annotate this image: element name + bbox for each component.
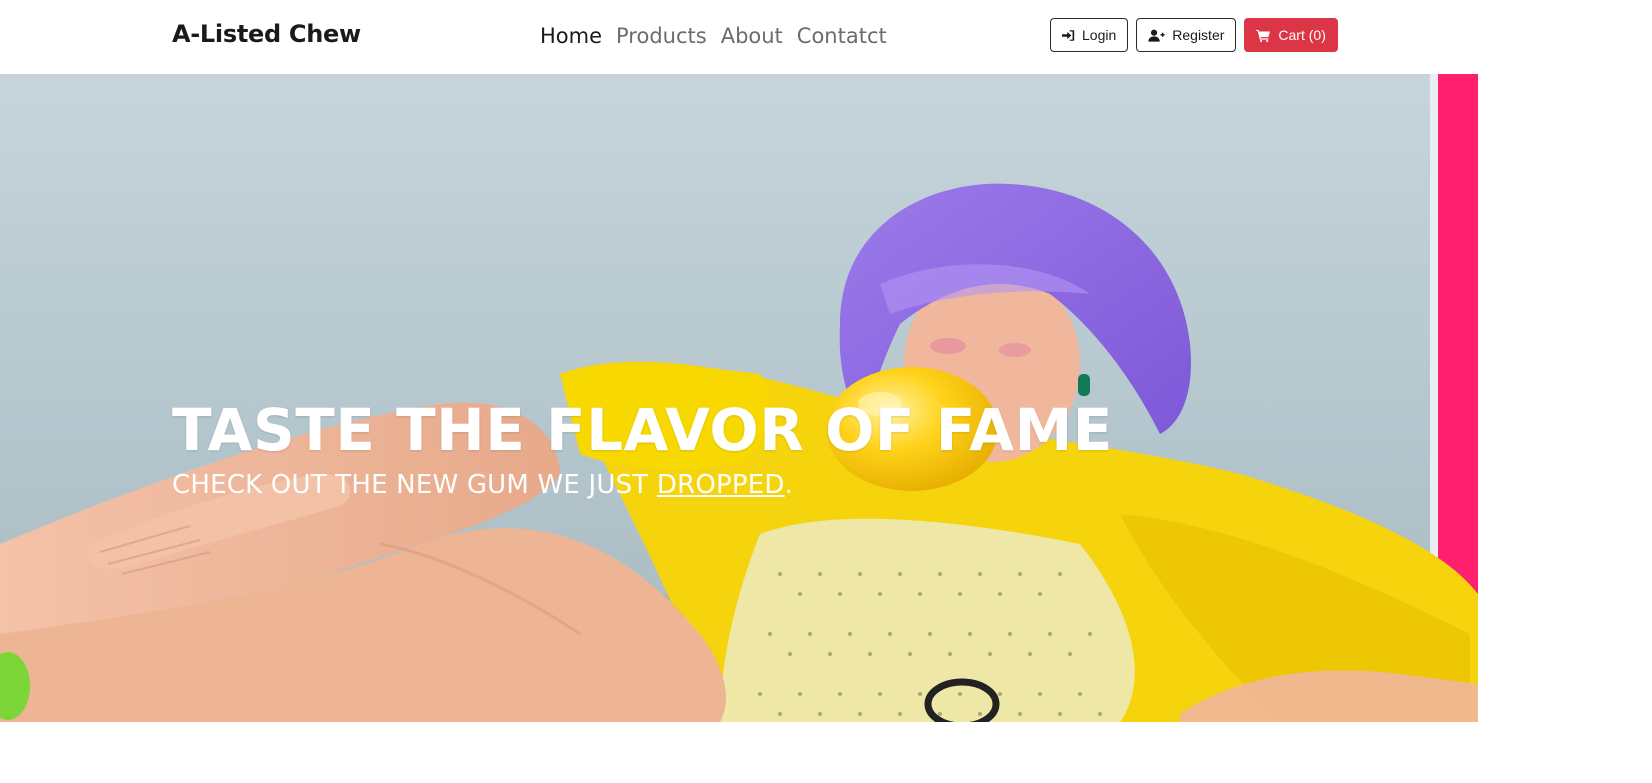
sign-in-icon <box>1062 29 1075 42</box>
cart-label: Cart (0) <box>1278 27 1326 43</box>
cart-button[interactable]: Cart (0) <box>1244 18 1338 52</box>
hero-subtitle: CHECK OUT THE NEW GUM WE JUST DROPPED. <box>172 470 793 500</box>
hero-banner: TASTE THE FLAVOR OF FAME CHECK OUT THE N… <box>0 74 1478 722</box>
dropped-link[interactable]: DROPPED <box>657 470 785 500</box>
hero-subtitle-end: . <box>784 470 794 500</box>
hero-subtitle-text: CHECK OUT THE NEW GUM WE JUST <box>172 470 657 500</box>
navbar: A-Listed Chew Home Products About Contat… <box>0 0 1652 74</box>
login-label: Login <box>1082 27 1117 43</box>
user-plus-icon <box>1148 29 1165 42</box>
nav-actions: Login Register Cart (0) <box>1050 18 1338 52</box>
nav-link-products[interactable]: Products <box>616 24 707 48</box>
hero-title: TASTE THE FLAVOR OF FAME <box>172 396 1113 464</box>
main-nav: Home Products About Contatct <box>540 24 887 48</box>
register-button[interactable]: Register <box>1136 18 1237 52</box>
nav-link-contact[interactable]: Contatct <box>797 24 887 48</box>
login-button[interactable]: Login <box>1050 18 1129 52</box>
brand-logo[interactable]: A-Listed Chew <box>172 20 361 48</box>
nav-link-about[interactable]: About <box>721 24 783 48</box>
shopping-cart-icon <box>1256 29 1271 42</box>
register-label: Register <box>1172 27 1225 43</box>
nav-link-home[interactable]: Home <box>540 24 602 48</box>
